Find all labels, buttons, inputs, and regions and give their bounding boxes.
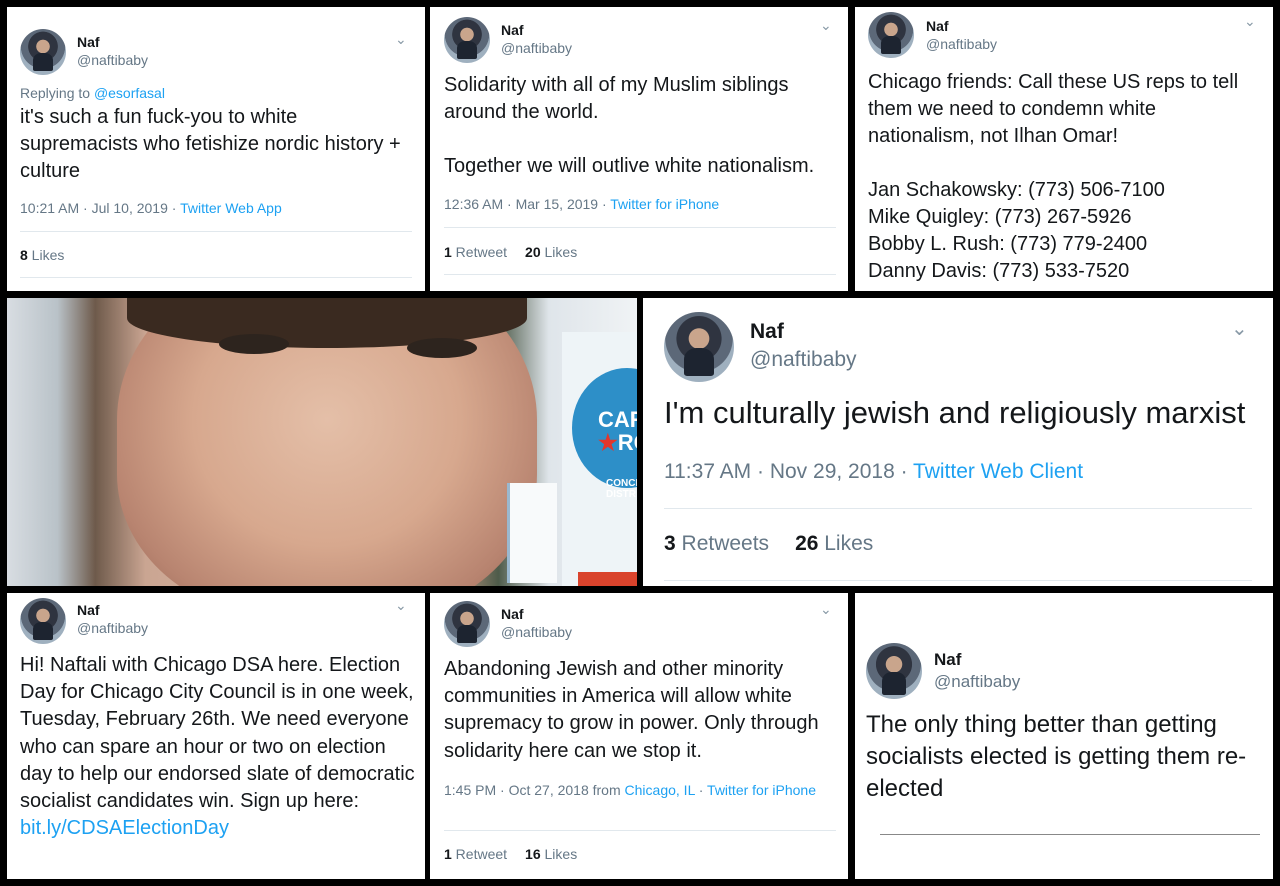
handle[interactable]: @naftibaby xyxy=(77,620,148,636)
sign-line-1: CARL xyxy=(598,407,637,432)
display-name[interactable]: Naf xyxy=(934,650,961,670)
handle[interactable]: @naftibaby xyxy=(501,624,572,640)
timestamp-text[interactable]: 11:37 AM · Nov 29, 2018 · xyxy=(664,460,913,483)
display-name[interactable]: Naf xyxy=(501,606,524,622)
source-link[interactable]: Twitter for iPhone xyxy=(707,782,816,798)
tweet-stats: 8 Likes xyxy=(20,247,64,263)
tweet-timestamp: 12:36 AM · Mar 15, 2019 · Twitter for iP… xyxy=(444,196,719,212)
chevron-down-icon[interactable]: ⌄ xyxy=(1244,13,1256,30)
chevron-down-icon[interactable]: ⌄ xyxy=(395,31,407,48)
signup-link[interactable]: bit.ly/CDSAElectionDay xyxy=(20,817,229,839)
reply-context: Replying to @esorfasal xyxy=(20,85,165,101)
likes-count[interactable]: 26 xyxy=(795,532,818,555)
display-name[interactable]: Naf xyxy=(501,22,524,38)
timestamp-text[interactable]: 1:45 PM · Oct 27, 2018 from xyxy=(444,782,625,798)
sign-small-2: DISTR xyxy=(606,489,636,500)
tweet-text: The only thing better than getting socia… xyxy=(866,711,1247,802)
tweet-text: Chicago friends: Call these US reps to t… xyxy=(868,71,1239,282)
divider xyxy=(444,830,836,831)
tweet-text: Solidarity with all of my Muslim sibling… xyxy=(444,74,815,177)
meta-separator: · xyxy=(694,782,708,798)
likes-label[interactable]: Likes xyxy=(818,532,873,555)
retweets-count[interactable]: 1 xyxy=(444,846,452,862)
avatar[interactable] xyxy=(20,598,66,644)
sign-line-2: RO xyxy=(617,430,637,456)
tweet-timestamp: 1:45 PM · Oct 27, 2018 from Chicago, IL … xyxy=(444,781,824,799)
display-name[interactable]: Naf xyxy=(926,18,949,34)
tweet-card-4: Naf @naftibaby ⌄ I'm culturally jewish a… xyxy=(643,298,1273,586)
timestamp-text[interactable]: 10:21 AM · Jul 10, 2019 · xyxy=(20,200,180,216)
tweet-card-6: Naf @naftibaby ⌄ Abandoning Jewish and o… xyxy=(430,593,848,879)
likes-count[interactable]: 16 xyxy=(525,846,541,862)
divider xyxy=(444,227,836,228)
chevron-down-icon[interactable]: ⌄ xyxy=(395,597,407,614)
tweet-stats: 1 Retweet 16 Likes xyxy=(444,846,577,862)
divider xyxy=(20,231,412,232)
divider xyxy=(444,274,836,275)
location-link[interactable]: Chicago, IL xyxy=(625,782,695,798)
avatar[interactable] xyxy=(866,643,922,699)
tweet-card-1: Naf @naftibaby ⌄ Replying to @esorfasal … xyxy=(7,7,425,291)
divider xyxy=(664,580,1252,581)
selfie-photo: CARL★RO CONCEDISTR xyxy=(7,298,637,586)
retweets-count[interactable]: 3 xyxy=(664,532,676,555)
divider xyxy=(880,834,1260,835)
chevron-down-icon[interactable]: ⌄ xyxy=(1231,316,1248,341)
sign-text: CARL★RO xyxy=(598,408,637,454)
retweets-count[interactable]: 1 xyxy=(444,244,452,260)
campaign-sign: CARL★RO CONCEDISTR xyxy=(562,332,637,586)
reply-to-link[interactable]: @esorfasal xyxy=(94,85,165,101)
divider xyxy=(664,508,1252,509)
reply-prefix: Replying to xyxy=(20,85,94,101)
chevron-down-icon[interactable]: ⌄ xyxy=(820,601,832,618)
tweet-stats: 3 Retweets 26 Likes xyxy=(664,532,873,556)
handle[interactable]: @naftibaby xyxy=(934,672,1020,692)
tweet-body: Hi! Naftali with Chicago DSA here. Elect… xyxy=(20,654,415,813)
likes-count[interactable]: 20 xyxy=(525,244,541,260)
display-name[interactable]: Naf xyxy=(750,320,784,344)
divider xyxy=(20,277,412,278)
timestamp-text[interactable]: 12:36 AM · Mar 15, 2019 · xyxy=(444,196,610,212)
source-link[interactable]: Twitter Web Client xyxy=(913,460,1083,483)
handle[interactable]: @naftibaby xyxy=(77,52,148,68)
retweets-label[interactable]: Retweet xyxy=(452,244,507,260)
handle[interactable]: @naftibaby xyxy=(926,36,997,52)
tweet-card-5: Naf @naftibaby ⌄ Hi! Naftali with Chicag… xyxy=(7,593,425,879)
tweet-card-7: Naf @naftibaby The only thing better tha… xyxy=(855,593,1273,879)
avatar[interactable] xyxy=(20,29,66,75)
likes-label[interactable]: Likes xyxy=(541,244,578,260)
tweet-timestamp: 11:37 AM · Nov 29, 2018 · Twitter Web Cl… xyxy=(664,460,1083,484)
tweet-text: it's such a fun fuck-you to white suprem… xyxy=(20,106,401,182)
chevron-down-icon[interactable]: ⌄ xyxy=(820,17,832,34)
tweet-card-2: Naf @naftibaby ⌄ Solidarity with all of … xyxy=(430,7,848,291)
likes-label[interactable]: Likes xyxy=(28,247,65,263)
display-name[interactable]: Naf xyxy=(77,602,100,618)
avatar[interactable] xyxy=(664,312,734,382)
handle[interactable]: @naftibaby xyxy=(501,40,572,56)
tweet-card-3: Naf @naftibaby ⌄ Chicago friends: Call t… xyxy=(855,7,1273,291)
right-eye xyxy=(407,338,477,358)
sign-subtext: CONCEDISTR xyxy=(606,478,637,500)
retweets-label[interactable]: Retweets xyxy=(676,532,770,555)
tweet-stats: 1 Retweet 20 Likes xyxy=(444,244,577,260)
tweet-text: Hi! Naftali with Chicago DSA here. Elect… xyxy=(20,652,418,842)
tweet-text: Abandoning Jewish and other minority com… xyxy=(444,658,819,762)
sign-red-block xyxy=(578,572,637,586)
avatar[interactable] xyxy=(868,12,914,58)
avatar[interactable] xyxy=(444,601,490,647)
display-name[interactable]: Naf xyxy=(77,34,100,50)
handle[interactable]: @naftibaby xyxy=(750,348,857,372)
tweet-text: I'm culturally jewish and religiously ma… xyxy=(664,395,1246,430)
avatar[interactable] xyxy=(444,17,490,63)
likes-label[interactable]: Likes xyxy=(541,846,578,862)
left-eye xyxy=(219,334,289,354)
source-link[interactable]: Twitter Web App xyxy=(180,200,282,216)
source-link[interactable]: Twitter for iPhone xyxy=(610,196,719,212)
retweets-label[interactable]: Retweet xyxy=(452,846,507,862)
sign-small-1: CONCE xyxy=(606,478,637,489)
flyer-stack xyxy=(507,483,557,583)
tweet-timestamp: 10:21 AM · Jul 10, 2019 · Twitter Web Ap… xyxy=(20,200,282,216)
star-icon: ★ xyxy=(598,430,618,456)
likes-count[interactable]: 8 xyxy=(20,247,28,263)
